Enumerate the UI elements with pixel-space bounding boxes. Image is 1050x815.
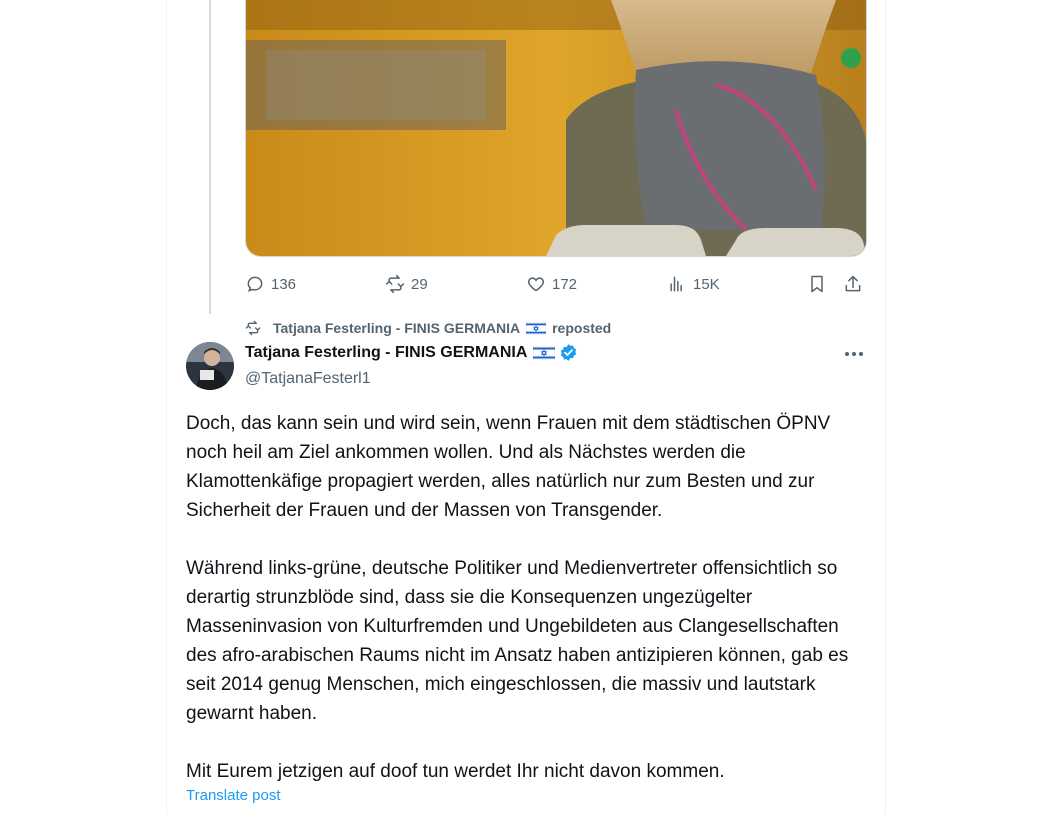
avatar-image (186, 342, 234, 390)
reply-icon (247, 276, 263, 292)
israel-flag-icon (533, 345, 556, 360)
train-passenger-photo (246, 0, 866, 256)
author-handle[interactable]: @TatjanaFesterl1 (245, 370, 371, 388)
thread-connector-line (209, 0, 211, 314)
heart-icon (527, 277, 545, 292)
translate-post-link[interactable]: Translate post (186, 787, 281, 804)
more-options-button[interactable] (842, 342, 866, 366)
post-paragraph: Mit Eurem jetzigen auf doof tun werdet I… (186, 761, 725, 782)
share-button[interactable] (843, 270, 863, 298)
more-dots-icon (845, 352, 863, 356)
share-icon (845, 275, 861, 292)
author-name-row: Tatjana Festerling - FINIS GERMANIA (245, 343, 578, 362)
like-button[interactable]: 172 (526, 270, 577, 298)
bookmark-icon (811, 275, 823, 293)
post-paragraph: Doch, das kann sein und wird sein, wenn … (186, 413, 831, 521)
repost-context-name: Tatjana Festerling - FINIS GERMANIA (273, 320, 521, 336)
like-count: 172 (552, 275, 578, 293)
repost-context[interactable]: Tatjana Festerling - FINIS GERMANIA repo… (245, 318, 611, 338)
avatar[interactable] (186, 342, 234, 390)
verified-badge-icon[interactable] (559, 343, 578, 362)
view-count: 15K (693, 275, 720, 293)
reply-button[interactable]: 136 (245, 270, 296, 298)
repost-icon (385, 274, 405, 294)
israel-flag-icon (526, 321, 547, 335)
post-action-bar: 136 29 172 15K (245, 270, 865, 298)
repost-icon (245, 320, 261, 336)
author-name[interactable]: Tatjana Festerling - FINIS GERMANIA (245, 344, 527, 362)
repost-button[interactable]: 29 (385, 270, 428, 298)
views-button[interactable]: 15K (667, 270, 720, 298)
repost-context-suffix: reposted (552, 320, 612, 336)
post-paragraph: Während links-grüne, deutsche Politiker … (186, 558, 849, 724)
reply-count: 136 (271, 275, 297, 293)
bookmark-button[interactable] (807, 270, 827, 298)
repost-count: 29 (411, 275, 428, 293)
analytics-icon (670, 276, 682, 292)
post-media-image[interactable] (245, 0, 867, 257)
post-text: Doch, das kann sein und wird sein, wenn … (186, 409, 866, 786)
